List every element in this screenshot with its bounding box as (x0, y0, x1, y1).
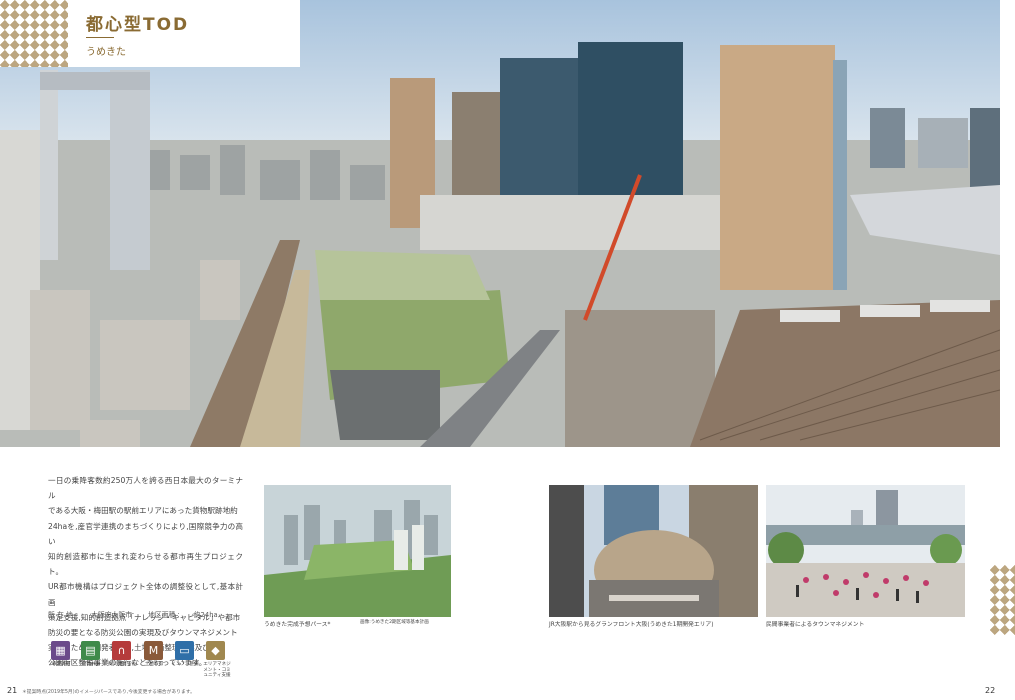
page-subtitle: うめきた (86, 47, 126, 58)
side-pattern (990, 565, 1015, 635)
land-icon: M (144, 641, 163, 660)
page-number-left: 21 (7, 686, 18, 695)
location-value: 大阪府大阪市 (91, 611, 132, 619)
location-label: 所 在 地 : (48, 611, 78, 619)
infra-icon: ▭ (175, 641, 194, 660)
page-title: 都心型TOD (86, 15, 190, 35)
disaster-icon: ∩ (112, 641, 131, 660)
grand-front-photo (549, 485, 758, 617)
caption-rendering: うめきた完成予想パース* (264, 622, 331, 628)
aerial-photo (0, 0, 1000, 447)
area-label: 地区面積 : (148, 611, 180, 619)
icon-label-area: エリアマネジメント・コミュニティ支援 (203, 662, 231, 678)
caption-town-management: 民間事業者によるタウンマネジメント (766, 622, 865, 628)
icon-label-urban: 開発共生 (81, 662, 101, 667)
icon-label-land: 土地取得 (144, 662, 164, 667)
page-number-right: 22 (985, 686, 996, 695)
footnote: ＊提案時点(2019年5月)のイメージパースであり,今後変更する場合があります。 (22, 690, 195, 695)
icon-label-planning: 事業調整 (51, 662, 71, 667)
body-line: 24haを,産官学連携のまちづくりにより,国際競争力の高い (48, 521, 243, 546)
project-meta: 所 在 地 : 大阪府大阪市 地区面積 : 約24ha (48, 609, 232, 619)
body-line: UR都市機構はプロジェクト全体の調整役として,基本計画 (48, 582, 243, 607)
title-pattern (0, 0, 68, 67)
area-management-icon: ◆ (206, 641, 225, 660)
town-management-photo (766, 485, 965, 617)
body-line: 一日の乗降客数約250万人を誇る西日本最大のターミナル (48, 476, 243, 501)
caption-rendering-credit: 画像:うめきた2期区域等基本計画 (360, 620, 429, 625)
icon-label-infra: インフラ整備 (171, 662, 199, 667)
rendering-photo (264, 485, 451, 617)
title-divider (86, 37, 114, 38)
area-value: 約24ha (193, 611, 218, 619)
body-line: である大阪・梅田駅の駅前エリアにあった貨物駅跡地約 (48, 506, 238, 516)
caption-grand-front: JR大阪駅から見るグランフロント大阪(うめきた1期開発エリア) (549, 622, 714, 628)
icon-label-disaster: 防災機能強化 (108, 662, 136, 667)
urban-icon: ▤ (81, 641, 100, 660)
body-line: 防災の要となる防災公園の実現及びタウンマネジメント (48, 628, 238, 638)
body-line: 知的創造都市に生まれ変わらせる都市再生プロジェクト。 (48, 552, 243, 577)
planning-icon: ▦ (51, 641, 70, 660)
